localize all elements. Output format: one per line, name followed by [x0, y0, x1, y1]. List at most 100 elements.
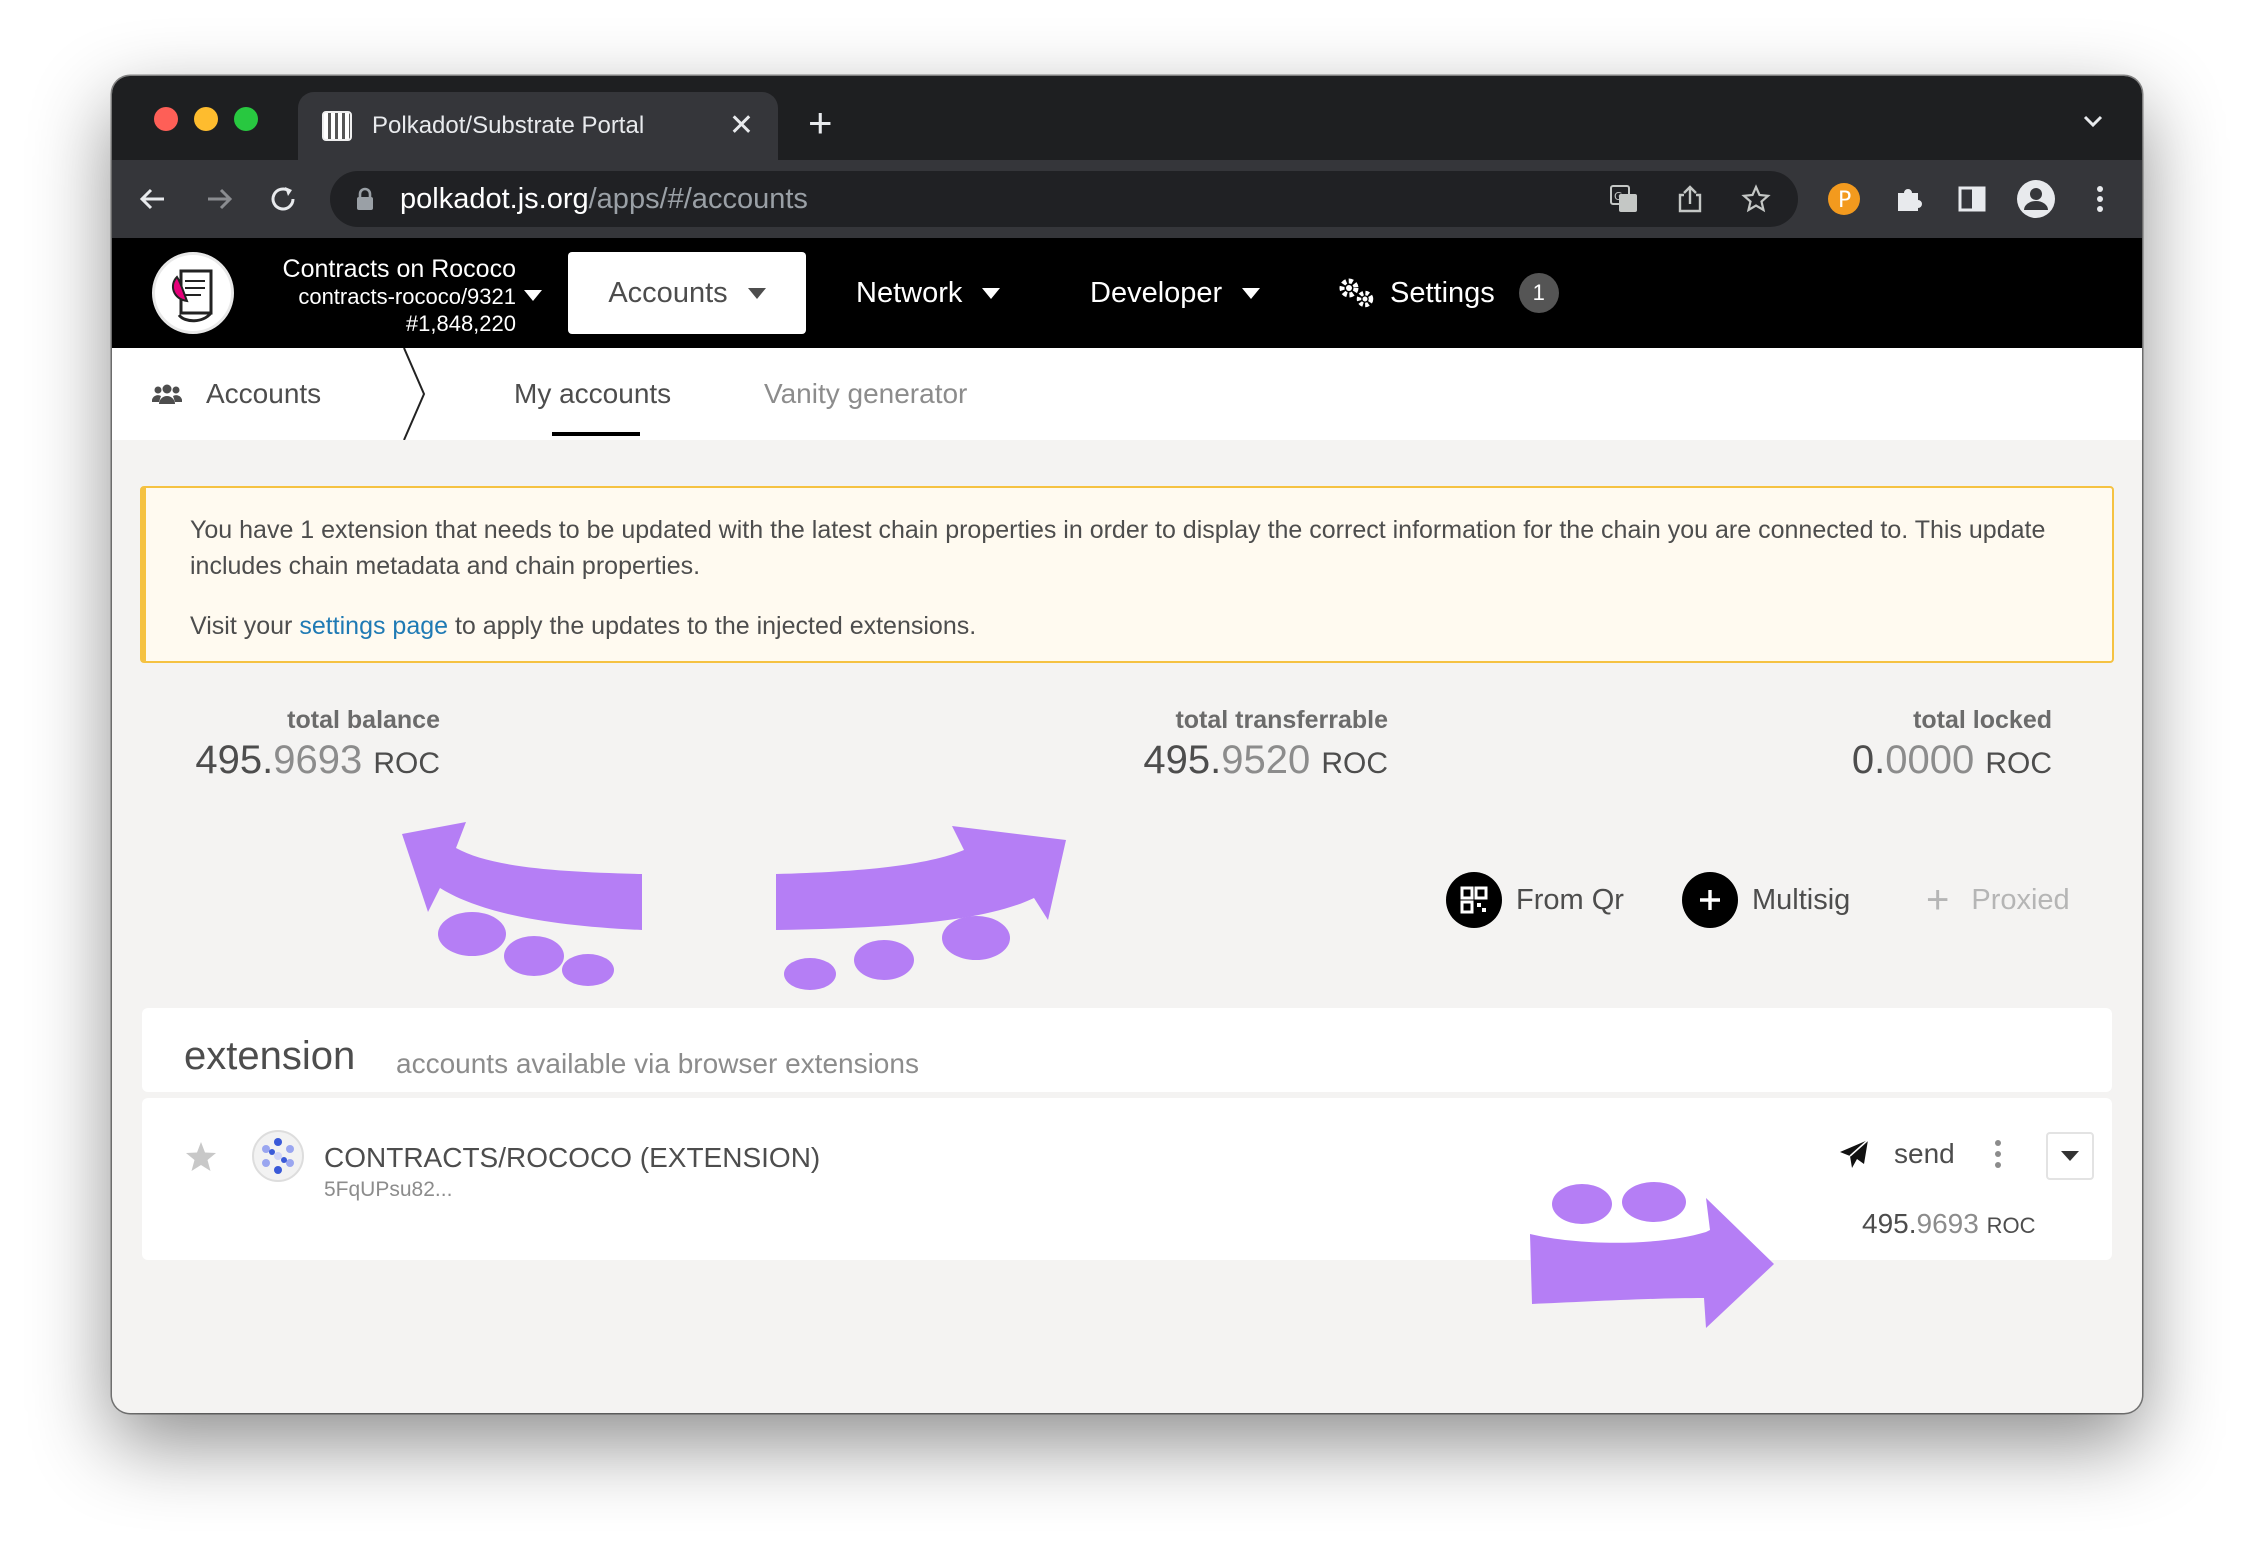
lock-icon: [357, 187, 373, 210]
maximize-window-button[interactable]: [234, 107, 258, 131]
new-tab-button[interactable]: +: [808, 102, 833, 144]
extension-icons: P: [1822, 174, 2122, 224]
multisig-button[interactable]: Multisig: [1682, 871, 1850, 929]
account-balance-dec: 9693: [1916, 1208, 1979, 1239]
browser-menu-icon[interactable]: [2078, 174, 2122, 224]
settings-page-link[interactable]: settings page: [299, 612, 448, 640]
tab-title: Polkadot/Substrate Portal: [372, 112, 645, 139]
chain-caret-down-icon[interactable]: [524, 290, 542, 301]
menu-settings[interactable]: Settings 1: [1336, 252, 1559, 334]
caret-down-icon: [2061, 1151, 2079, 1161]
tab-my-accounts[interactable]: My accounts: [514, 348, 671, 440]
chain-logo-icon[interactable]: [152, 252, 234, 334]
users-icon: [152, 384, 182, 404]
warning-prefix: Visit your: [190, 612, 300, 640]
warning-text: You have 1 extension that needs to be up…: [190, 516, 2046, 580]
transferrable-unit: ROC: [1321, 747, 1388, 780]
annotation-arrow-left-icon: [402, 822, 642, 986]
menu-settings-label: Settings: [1390, 276, 1495, 309]
svg-text:P: P: [1838, 188, 1851, 213]
breadcrumb-separator-icon: [403, 348, 426, 440]
send-label: send: [1894, 1138, 1955, 1169]
favorite-star-icon[interactable]: [184, 1140, 218, 1174]
menu-developer-label: Developer: [1090, 276, 1223, 309]
menu-network-label: Network: [856, 276, 963, 309]
browser-window: Polkadot/Substrate Portal ✕ + polkadot.j…: [112, 76, 2142, 1413]
browser-toolbar: polkadot.js.org/apps/#/accounts G P: [112, 160, 2142, 238]
plus-icon: +: [1926, 877, 1950, 922]
minimize-window-button[interactable]: [194, 107, 218, 131]
active-tab-indicator: [552, 432, 640, 436]
svg-text:G: G: [1614, 190, 1623, 203]
transferrable-int: 495.: [1143, 738, 1222, 782]
back-button[interactable]: [132, 178, 174, 220]
translate-icon[interactable]: G: [1602, 177, 1646, 221]
caret-down-icon: [1242, 287, 1261, 299]
polkadot-extension-icon[interactable]: P: [1822, 174, 1866, 224]
forward-button[interactable]: [198, 178, 240, 220]
chevron-down-icon[interactable]: [2082, 110, 2104, 132]
settings-notification-badge: 1: [1518, 273, 1559, 313]
section-label-text: Accounts: [206, 378, 322, 409]
tab-vanity-generator[interactable]: Vanity generator: [764, 348, 967, 440]
address-bar[interactable]: polkadot.js.org/apps/#/accounts G: [330, 171, 1798, 227]
bookmark-star-icon[interactable]: [1734, 177, 1778, 221]
caret-down-icon: [982, 287, 1001, 299]
locked-int: 0.: [1851, 738, 1886, 782]
reload-button[interactable]: [262, 178, 304, 220]
puzzle-extensions-icon[interactable]: [1886, 174, 1930, 224]
proxied-button[interactable]: + Proxied: [1926, 871, 2070, 929]
menu-accounts-label: Accounts: [608, 276, 728, 309]
share-icon[interactable]: [1668, 177, 1712, 221]
url-host: polkadot.js.org: [400, 182, 589, 215]
chain-name: Contracts on Rococo: [282, 255, 516, 283]
profile-avatar-icon[interactable]: [2014, 174, 2058, 224]
app-top-nav: Contracts on Rococo contracts-rococo/932…: [112, 238, 2142, 348]
section-label: Accounts: [152, 348, 321, 440]
total-transferrable-value: 495.9520 ROC: [1016, 736, 1388, 788]
menu-accounts[interactable]: Accounts: [568, 252, 806, 334]
account-address[interactable]: 5FqUPsu82...: [324, 1178, 452, 1202]
address-bar-icons: G: [1602, 177, 1778, 221]
chain-block-number: #1,848,220: [405, 311, 516, 336]
menu-network[interactable]: Network: [856, 252, 1001, 334]
qrcode-icon: [1446, 872, 1502, 928]
chain-id: contracts-rococo/9321: [298, 284, 516, 309]
gears-icon: [1339, 278, 1374, 308]
chain-selector[interactable]: Contracts on Rococo contracts-rococo/932…: [264, 254, 516, 338]
polkadot-favicon-icon: [322, 111, 352, 141]
side-panel-icon[interactable]: [1950, 174, 1994, 224]
annotation-arrow-right-icon: [776, 826, 1066, 990]
back-arrow-icon: [139, 188, 164, 210]
extension-subtitle: accounts available via browser extension…: [396, 1048, 919, 1079]
account-balance-unit: ROC: [1986, 1213, 2036, 1238]
extension-update-warning: You have 1 extension that needs to be up…: [140, 486, 2114, 663]
menu-developer[interactable]: Developer: [1090, 252, 1261, 334]
browser-titlebar: Polkadot/Substrate Portal ✕ +: [112, 76, 2142, 160]
account-identicon-icon[interactable]: [252, 1130, 304, 1182]
summary-total-transferrable: total transferrable 495.9520 ROC: [1016, 704, 1388, 788]
send-button[interactable]: send: [1838, 1134, 1955, 1174]
total-transferrable-label: total transferrable: [1175, 706, 1388, 734]
paper-plane-icon: [1840, 1139, 1869, 1168]
extension-title: extension: [184, 1034, 356, 1078]
forward-arrow-icon: [208, 188, 233, 210]
summary-total-balance: total balance 495.9693 ROC: [190, 704, 440, 788]
locked-unit: ROC: [1985, 747, 2052, 780]
browser-tab[interactable]: Polkadot/Substrate Portal ✕: [298, 92, 778, 160]
balance-int: 495.: [195, 738, 274, 782]
expand-account-button[interactable]: [2046, 1132, 2094, 1180]
from-qr-button[interactable]: From Qr: [1446, 871, 1624, 929]
more-options-icon[interactable]: [1992, 1138, 2004, 1170]
total-balance-value: 495.9693 ROC: [190, 736, 440, 788]
transferrable-dec: 9520: [1221, 738, 1311, 782]
tab-close-icon[interactable]: ✕: [729, 111, 754, 141]
summary-total-locked: total locked 0.0000 ROC: [1756, 704, 2052, 788]
from-qr-label: From Qr: [1516, 883, 1624, 916]
plus-icon: [1682, 872, 1738, 928]
multisig-label: Multisig: [1752, 883, 1851, 916]
proxied-label: Proxied: [1971, 883, 2070, 916]
caret-down-icon: [747, 287, 766, 299]
total-balance-label: total balance: [287, 706, 440, 734]
close-window-button[interactable]: [154, 107, 178, 131]
